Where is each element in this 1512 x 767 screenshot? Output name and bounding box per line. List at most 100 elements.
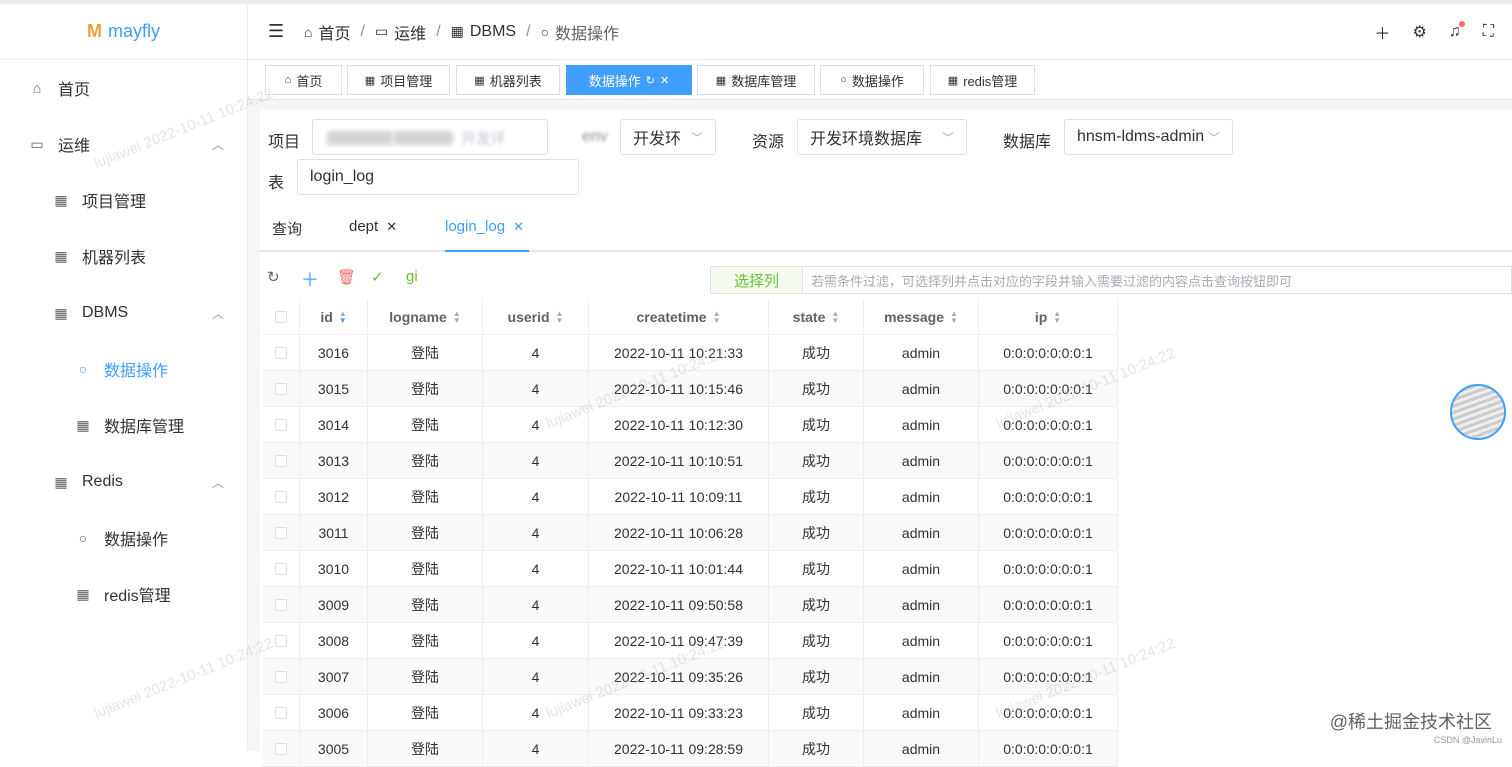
table-cell-message[interactable]: admin xyxy=(864,479,979,514)
column-header[interactable]: createtime ▲ ▼ xyxy=(589,299,769,334)
sidebar-item-8[interactable]: ○ 数据操作 xyxy=(0,518,248,558)
resource-select[interactable]: 开发环境数据库 ﹀ xyxy=(797,119,967,155)
table-cell-createtime[interactable]: 2022-10-11 10:15:46 xyxy=(589,371,769,406)
project-select[interactable]: 开发环 xyxy=(312,119,548,155)
table-cell-message[interactable]: admin xyxy=(864,695,979,730)
table-cell-createtime[interactable]: 2022-10-11 10:01:44 xyxy=(589,551,769,586)
table-row[interactable]: 3014 登陆 4 2022-10-11 10:12:30 成功 admin 0:0:0:0… xyxy=(262,407,1118,443)
table-cell-logname[interactable]: 登陆 xyxy=(368,371,483,406)
table-cell-message[interactable]: admin xyxy=(864,551,979,586)
sidebar-item-9[interactable]: ▦ redis管理 xyxy=(0,574,248,614)
table-cell-ip[interactable]: 0:0:0:0:0:0:0:1 xyxy=(979,551,1118,586)
table-cell-createtime[interactable]: 2022-10-11 10:21:33 xyxy=(589,335,769,370)
tag-data-operation-active[interactable]: 数据操作 ↻ ✕ xyxy=(566,65,692,95)
tab-query[interactable]: 查询 xyxy=(272,218,302,239)
table-cell-userid[interactable]: 4 xyxy=(483,479,589,514)
tab-dept[interactable]: dept ✕ xyxy=(349,218,397,235)
table-cell-state[interactable]: 成功 xyxy=(769,659,864,694)
table-cell-ip[interactable]: 0:0:0:0:0:0:0:1 xyxy=(979,659,1118,694)
table-row[interactable]: 3006 登陆 4 2022-10-11 09:33:23 成功 admin 0:0:0:0… xyxy=(262,695,1118,731)
table-row[interactable]: 3012 登陆 4 2022-10-11 10:09:11 成功 admin 0:0:0:0… xyxy=(262,479,1118,515)
row-select-cell[interactable] xyxy=(262,335,300,370)
row-checkbox[interactable] xyxy=(274,418,287,431)
table-cell-id[interactable]: 3010 xyxy=(300,551,368,586)
table-cell-state[interactable]: 成功 xyxy=(769,695,864,730)
table-cell-id[interactable]: 3005 xyxy=(300,731,368,766)
table-cell-ip[interactable]: 0:0:0:0:0:0:0:1 xyxy=(979,371,1118,406)
row-checkbox[interactable] xyxy=(274,706,287,719)
row-checkbox[interactable] xyxy=(274,634,287,647)
table-cell-logname[interactable]: 登陆 xyxy=(368,407,483,442)
sort-icon[interactable]: ▲ ▼ xyxy=(831,309,839,324)
table-cell-id[interactable]: 3011 xyxy=(300,515,368,550)
row-checkbox[interactable] xyxy=(274,526,287,539)
table-cell-id[interactable]: 3012 xyxy=(300,479,368,514)
column-header[interactable]: message ▲ ▼ xyxy=(864,299,979,334)
tag-db-manage[interactable]: ▦ 数据库管理 xyxy=(697,65,815,95)
table-cell-ip[interactable]: 0:0:0:0:0:0:0:1 xyxy=(979,587,1118,622)
row-select-cell[interactable] xyxy=(262,623,300,658)
table-cell-logname[interactable]: 登陆 xyxy=(368,623,483,658)
table-row[interactable]: 3008 登陆 4 2022-10-11 09:47:39 成功 admin 0:0:0:0… xyxy=(262,623,1118,659)
select-columns-button[interactable]: 选择列 xyxy=(711,267,803,293)
table-row[interactable]: 3016 登陆 4 2022-10-11 10:21:33 成功 admin 0:0:0:0… xyxy=(262,335,1118,371)
sort-icon[interactable]: ▲ ▼ xyxy=(950,309,958,324)
table-row[interactable]: 3010 登陆 4 2022-10-11 10:01:44 成功 admin 0:0:0:0… xyxy=(262,551,1118,587)
sidebar-item-0[interactable]: ⌂ 首页 xyxy=(0,68,248,108)
table-cell-ip[interactable]: 0:0:0:0:0:0:0:1 xyxy=(979,515,1118,550)
sidebar-item-6[interactable]: ▦ 数据库管理 xyxy=(0,405,248,445)
commit-check-icon[interactable]: ✓ xyxy=(371,268,384,286)
table-cell-ip[interactable]: 0:0:0:0:0:0:0:1 xyxy=(979,443,1118,478)
sort-icon[interactable]: ▲ ▼ xyxy=(713,309,721,324)
refresh-icon[interactable]: ↻ xyxy=(267,268,280,286)
row-select-cell[interactable] xyxy=(262,587,300,622)
table-cell-state[interactable]: 成功 xyxy=(769,551,864,586)
row-select-cell[interactable] xyxy=(262,551,300,586)
column-header[interactable]: userid ▲ ▼ xyxy=(483,299,589,334)
table-select[interactable]: login_log xyxy=(297,159,579,195)
table-cell-state[interactable]: 成功 xyxy=(769,623,864,658)
tag-home[interactable]: ⌂ 首页 xyxy=(265,65,342,95)
row-select-cell[interactable] xyxy=(262,659,300,694)
checkbox[interactable] xyxy=(274,310,287,323)
row-checkbox[interactable] xyxy=(274,562,287,575)
table-row[interactable]: 3007 登陆 4 2022-10-11 09:35:26 成功 admin 0:0:0:0… xyxy=(262,659,1118,695)
refresh-icon[interactable]: ↻ xyxy=(646,74,655,87)
table-cell-logname[interactable]: 登陆 xyxy=(368,551,483,586)
table-cell-id[interactable]: 3009 xyxy=(300,587,368,622)
database-select[interactable]: hnsm-ldms-admin ﹀ xyxy=(1064,119,1233,155)
column-header[interactable]: id ▲ ▼ xyxy=(300,299,368,334)
table-cell-id[interactable]: 3007 xyxy=(300,659,368,694)
row-select-cell[interactable] xyxy=(262,515,300,550)
table-cell-userid[interactable]: 4 xyxy=(483,623,589,658)
table-cell-ip[interactable]: 0:0:0:0:0:0:0:1 xyxy=(979,695,1118,730)
table-cell-logname[interactable]: 登陆 xyxy=(368,479,483,514)
menu-toggle-icon[interactable]: ☰ xyxy=(268,21,288,42)
sidebar-item-4[interactable]: ▦ DBMS ︿ xyxy=(0,293,248,333)
close-icon[interactable]: ✕ xyxy=(386,219,397,235)
table-cell-userid[interactable]: 4 xyxy=(483,443,589,478)
select-all-checkbox[interactable] xyxy=(262,299,300,334)
column-header[interactable]: logname ▲ ▼ xyxy=(368,299,483,334)
table-cell-state[interactable]: 成功 xyxy=(769,335,864,370)
floating-avatar[interactable] xyxy=(1450,384,1506,440)
filter-input[interactable]: 若需条件过滤，可选择列并点击对应的字段并输入需要过滤的内容点击查询按钮即可 xyxy=(811,271,1292,290)
row-checkbox[interactable] xyxy=(274,598,287,611)
sidebar-item-1[interactable]: ▭ 运维 ︿ xyxy=(0,124,248,164)
row-checkbox[interactable] xyxy=(274,346,287,359)
table-cell-state[interactable]: 成功 xyxy=(769,731,864,766)
tag-redis-manage[interactable]: ▦ redis管理 xyxy=(930,65,1035,95)
table-cell-createtime[interactable]: 2022-10-11 09:50:58 xyxy=(589,587,769,622)
table-cell-userid[interactable]: 4 xyxy=(483,335,589,370)
table-cell-state[interactable]: 成功 xyxy=(769,371,864,406)
table-cell-createtime[interactable]: 2022-10-11 09:28:59 xyxy=(589,731,769,766)
row-checkbox[interactable] xyxy=(274,382,287,395)
chevron-up-icon[interactable]: ︿ xyxy=(212,474,224,491)
table-cell-createtime[interactable]: 2022-10-11 10:12:30 xyxy=(589,407,769,442)
table-cell-state[interactable]: 成功 xyxy=(769,407,864,442)
tag-redis-data-operation[interactable]: ○ 数据操作 xyxy=(820,65,924,95)
sort-icon[interactable]: ▲ ▼ xyxy=(1053,309,1061,324)
row-select-cell[interactable] xyxy=(262,731,300,766)
table-cell-createtime[interactable]: 2022-10-11 09:47:39 xyxy=(589,623,769,658)
table-cell-logname[interactable]: 登陆 xyxy=(368,515,483,550)
